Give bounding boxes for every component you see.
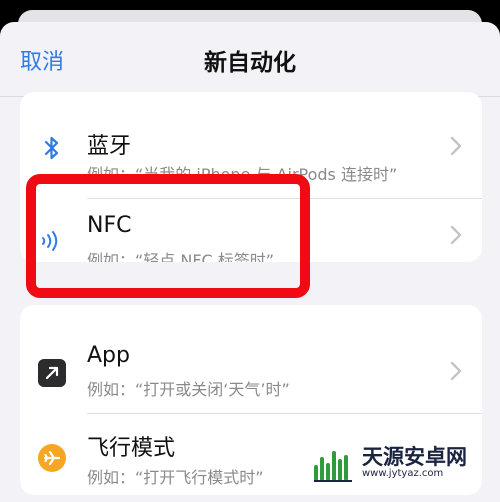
watermark-text: 天源安卓网 <box>362 445 467 469</box>
airplane-mode-title: 飞行模式 <box>87 436 176 461</box>
airplane-icon <box>38 444 66 472</box>
navigation-bar: 取消 新自动化 <box>0 22 500 97</box>
bluetooth-icon <box>38 134 66 162</box>
app-open-icon <box>38 359 66 387</box>
app-title: App <box>87 343 130 368</box>
watermark-url: www.jytyaz.com <box>362 468 444 479</box>
watermark: 天源安卓网 www.jytyaz.com <box>312 440 496 486</box>
airplane-mode-subtitle: 例如：“打开飞行模式时” <box>87 468 264 487</box>
highlight-box <box>26 174 310 298</box>
page-title: 新自动化 <box>204 50 296 76</box>
chevron-right-icon <box>450 361 462 385</box>
app-subtitle: 例如：“打开或关闭‘天气’时” <box>87 380 290 399</box>
watermark-logo-icon <box>314 451 352 482</box>
list-item-app[interactable]: App 例如：“打开或关闭‘天气’时” <box>20 305 482 413</box>
chevron-right-icon <box>450 225 462 249</box>
bluetooth-title: 蓝牙 <box>87 134 132 159</box>
chevron-right-icon <box>450 136 462 160</box>
